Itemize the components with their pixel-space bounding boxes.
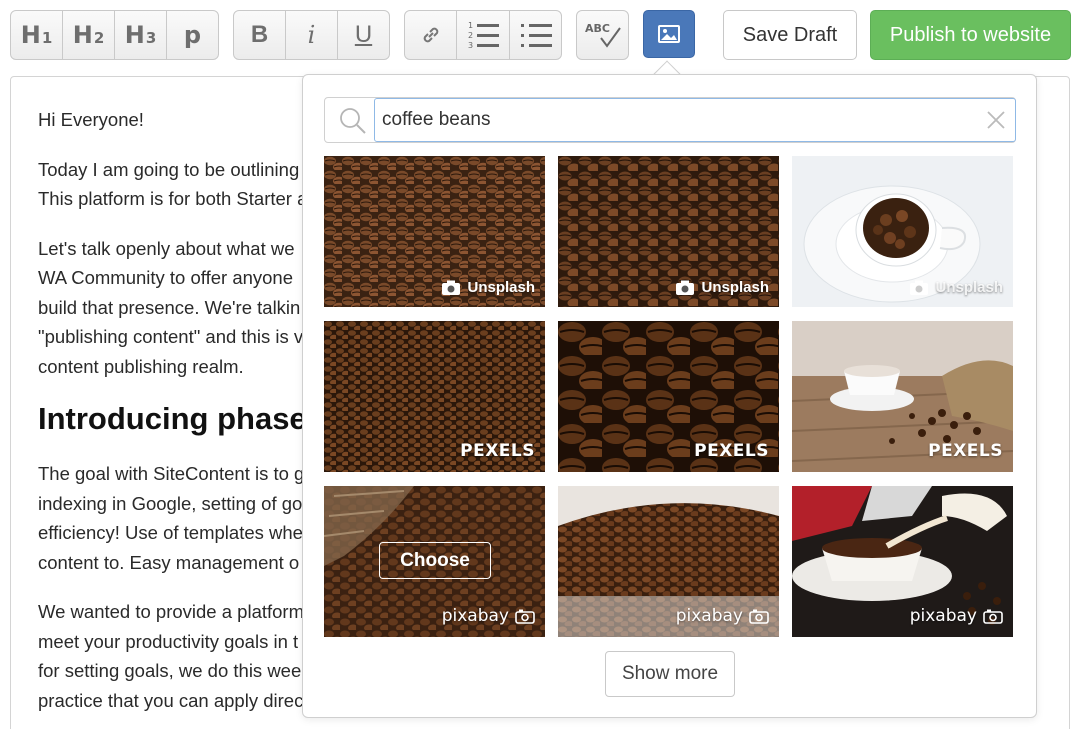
image-credit: pixabay <box>910 606 1003 626</box>
image-result-tile[interactable]: Unsplash <box>558 156 779 307</box>
svg-text:1: 1 <box>468 21 473 30</box>
image-search-input[interactable] <box>374 98 1016 142</box>
image-search-bar <box>324 97 1016 143</box>
heading-3-button[interactable]: H3 <box>115 11 167 59</box>
image-credit: Unsplash <box>909 279 1003 296</box>
image-icon <box>658 25 680 43</box>
search-icon <box>340 108 366 134</box>
svg-text:3: 3 <box>468 41 473 50</box>
underline-button[interactable]: U <box>338 11 389 59</box>
ordered-list-button[interactable]: 123 <box>457 11 510 59</box>
svg-text:ABC: ABC <box>585 22 610 35</box>
image-credit: pixabay <box>442 606 535 626</box>
show-more-button[interactable]: Show more <box>605 651 735 697</box>
image-result-tile[interactable]: pixabay <box>558 486 779 637</box>
bullet-list-icon <box>520 24 552 47</box>
image-credit: pixabay <box>676 606 769 626</box>
link-icon <box>423 27 438 43</box>
save-draft-button[interactable]: Save Draft <box>723 10 857 60</box>
heading-2-button[interactable]: H2 <box>63 11 115 59</box>
spellcheck-icon: ABC <box>585 22 621 48</box>
camera-icon <box>515 609 535 624</box>
image-result-tile[interactable]: Unsplash <box>792 156 1013 307</box>
svg-text:2: 2 <box>468 31 473 40</box>
link-button[interactable] <box>405 11 457 59</box>
bold-button[interactable]: B <box>234 11 286 59</box>
image-credit: PEXELS <box>460 441 535 461</box>
image-result-tile[interactable]: PEXELS <box>558 321 779 472</box>
camera-icon <box>442 280 461 295</box>
image-result-tile[interactable]: PEXELS <box>792 321 1013 472</box>
image-credit: Unsplash <box>675 279 769 296</box>
heading-1-button[interactable]: H1 <box>11 11 63 59</box>
image-credit: Unsplash <box>441 279 535 296</box>
image-result-tile[interactable]: PEXELS <box>324 321 545 472</box>
camera-icon <box>749 609 769 624</box>
image-search-popover: Unsplash Unsplash <box>302 74 1037 718</box>
editor-toolbar: H1 H2 H3 p B i U 123 ABC Save Draft Publ… <box>10 10 1071 60</box>
image-result-tile[interactable]: Choose pixabay <box>324 486 545 637</box>
heading-button-group: H1 H2 H3 p <box>10 10 219 60</box>
image-result-tile[interactable]: Unsplash <box>324 156 545 307</box>
choose-image-button[interactable]: Choose <box>379 542 491 579</box>
italic-button[interactable]: i <box>286 11 338 59</box>
bullet-list-button[interactable] <box>510 11 561 59</box>
camera-icon <box>676 280 695 295</box>
camera-icon <box>910 280 929 295</box>
publish-button[interactable]: Publish to website <box>870 10 1071 60</box>
insert-image-button[interactable] <box>643 10 695 58</box>
insert-button-group: 123 <box>404 10 562 60</box>
format-button-group: B i U <box>233 10 390 60</box>
image-credit: PEXELS <box>694 441 769 461</box>
spellcheck-button-group: ABC <box>576 10 629 60</box>
paragraph-button[interactable]: p <box>167 11 218 59</box>
spellcheck-button[interactable]: ABC <box>577 11 628 59</box>
camera-icon <box>983 609 1003 624</box>
image-credit: PEXELS <box>928 441 1003 461</box>
ordered-list-icon: 123 <box>468 21 499 50</box>
clear-search-icon[interactable] <box>985 109 1007 131</box>
image-result-tile[interactable]: pixabay <box>792 486 1013 637</box>
